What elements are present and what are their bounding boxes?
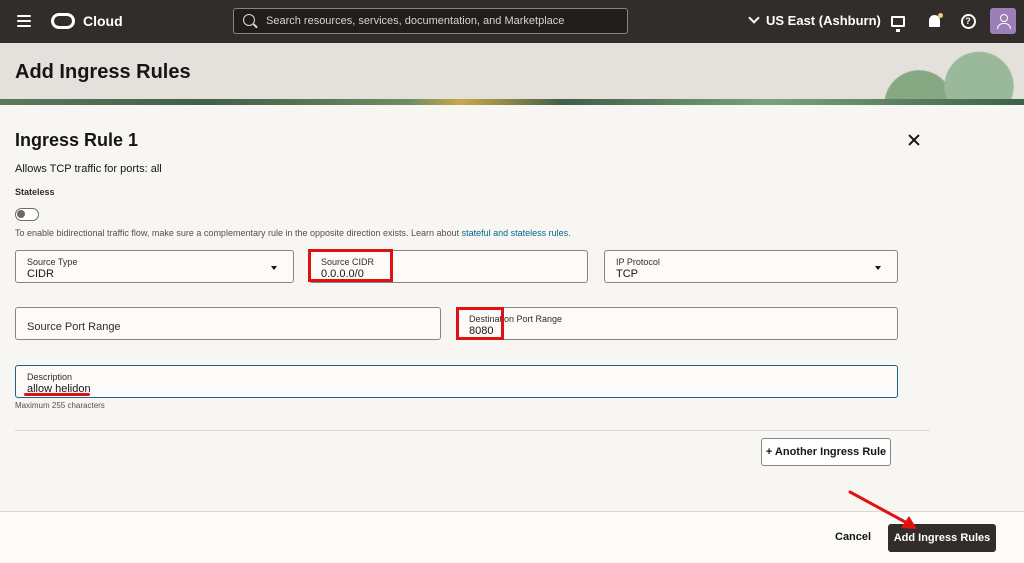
page-title: Add Ingress Rules (15, 61, 191, 83)
annotation-box-destination-port (456, 307, 504, 340)
rule-summary: Allows TCP traffic for ports: all (15, 163, 162, 175)
ingress-rule-panel: Ingress Rule 1 Allows TCP traffic for po… (0, 111, 1024, 511)
source-type-value: CIDR (27, 268, 54, 280)
page-header: Add Ingress Rules (0, 43, 1024, 105)
help-icon[interactable]: ? (959, 12, 977, 30)
source-port-range-placeholder: Source Port Range (27, 321, 121, 333)
description-label: Description (27, 372, 73, 382)
annotation-arrow-icon (848, 490, 917, 529)
description-input[interactable]: Description allow helidon (15, 365, 898, 398)
help-text-suffix: . (568, 228, 571, 238)
ip-protocol-label: IP Protocol (616, 257, 660, 267)
dropdown-caret-icon (271, 266, 277, 270)
banner-strip (0, 99, 1024, 105)
region-selector[interactable]: US East (Ashburn) (748, 12, 881, 28)
annotation-box-source-cidr (308, 249, 393, 282)
annotation-underline-description (24, 393, 90, 396)
notification-bell-icon[interactable] (925, 12, 943, 30)
stateless-label: Stateless (15, 187, 55, 197)
add-another-ingress-rule-button[interactable]: + Another Ingress Rule (761, 438, 891, 466)
divider (15, 430, 930, 431)
region-label: US East (Ashburn) (766, 13, 881, 28)
search-input[interactable]: Search resources, services, documentatio… (233, 8, 628, 34)
source-type-select[interactable]: Source Type CIDR (15, 250, 294, 283)
menu-icon[interactable] (17, 15, 31, 27)
max-chars-hint: Maximum 255 characters (15, 401, 105, 410)
banner-decoration (874, 43, 1024, 105)
search-placeholder: Search resources, services, documentatio… (266, 15, 565, 27)
stateful-stateless-link[interactable]: stateful and stateless rules (462, 228, 569, 238)
chevron-down-icon (748, 12, 760, 24)
stateless-toggle[interactable] (15, 208, 39, 221)
oracle-logo-icon[interactable] (51, 13, 75, 29)
source-type-label: Source Type (27, 257, 78, 267)
top-navigation-bar: Cloud Search resources, services, docume… (0, 0, 1024, 43)
ip-protocol-select[interactable]: IP Protocol TCP (604, 250, 898, 283)
source-port-range-input[interactable]: Source Port Range (15, 307, 441, 340)
destination-port-range-input[interactable]: Destination Port Range 8080 (457, 307, 898, 340)
help-text-body: To enable bidirectional traffic flow, ma… (15, 228, 462, 238)
cloud-shell-icon[interactable] (889, 12, 907, 32)
user-avatar-icon[interactable] (990, 8, 1016, 34)
dropdown-caret-icon (875, 266, 881, 270)
brand-name[interactable]: Cloud (83, 13, 123, 29)
rule-title: Ingress Rule 1 (15, 130, 139, 150)
close-icon[interactable] (907, 133, 921, 147)
stateless-help-text: To enable bidirectional traffic flow, ma… (15, 228, 571, 238)
ip-protocol-value: TCP (616, 268, 638, 280)
search-icon (243, 14, 255, 26)
